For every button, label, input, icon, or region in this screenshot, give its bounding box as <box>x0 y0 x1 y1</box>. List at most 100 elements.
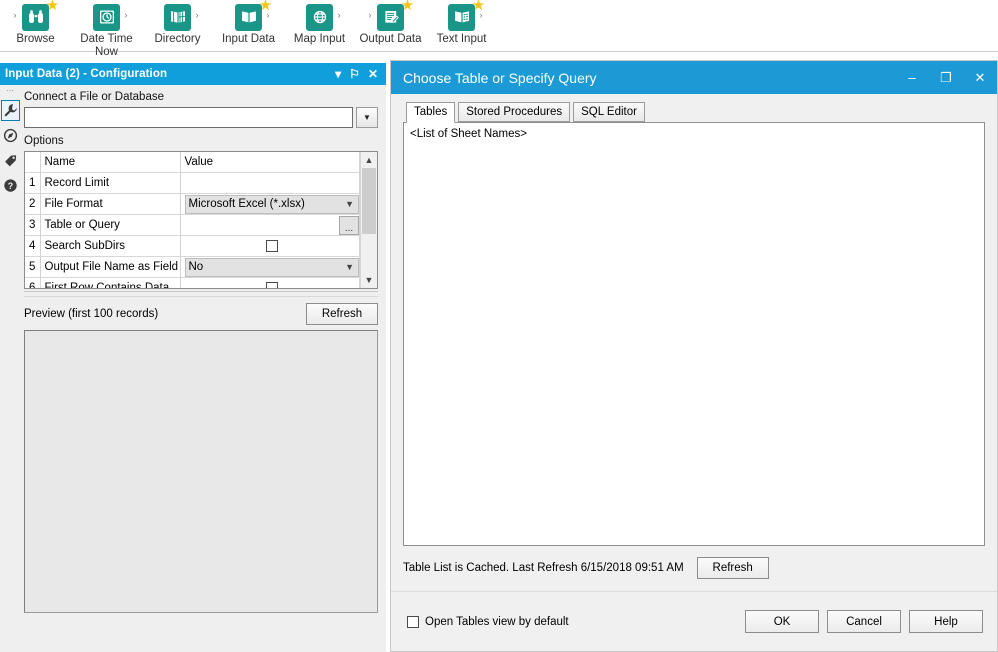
row-value-search-subdirs[interactable] <box>180 235 360 257</box>
row-value-first-row-contains-data[interactable] <box>180 277 360 288</box>
scroll-down-arrow-icon[interactable]: ▼ <box>361 272 377 288</box>
configuration-titlebar: Input Data (2) - Configuration ▾ ⚐ ✕ <box>0 63 386 85</box>
cache-refresh-button[interactable]: Refresh <box>696 557 769 579</box>
tool-output-data[interactable]: › ★ Output Data <box>355 0 426 46</box>
tool-date-time-now[interactable]: › Date Time Now <box>71 2 142 59</box>
connector-arrow-left-icon: › <box>13 10 17 20</box>
tool-browse-icon-wrap: › ★ <box>13 0 60 32</box>
connector-arrow-right-icon: › <box>124 10 128 20</box>
favorite-star-icon: ★ <box>471 0 486 14</box>
panel-close-button[interactable]: ✕ <box>364 64 382 84</box>
dialog-body: Tables Stored Procedures SQL Editor <Lis… <box>391 94 997 591</box>
cancel-button[interactable]: Cancel <box>827 610 901 633</box>
scroll-up-arrow-icon[interactable]: ▲ <box>361 152 377 168</box>
connect-label: Connect a File or Database <box>24 91 164 103</box>
options-label: Options <box>24 135 64 147</box>
dialog-tabs: Tables Stored Procedures SQL Editor <box>406 102 985 123</box>
sheet-names-listbox[interactable]: <List of Sheet Names> <box>403 122 985 546</box>
file-format-combo[interactable]: Microsoft Excel (*.xlsx) ▼ <box>184 194 359 214</box>
panel-pin-button[interactable]: ⚐ <box>345 64 364 84</box>
open-tables-view-option[interactable]: Open Tables view by default <box>407 615 745 628</box>
row-value-output-file-name-as-field[interactable]: No ▼ <box>180 256 360 278</box>
open-tables-view-checkbox[interactable] <box>407 615 419 628</box>
clock-icon[interactable] <box>93 3 120 31</box>
tool-text-input[interactable]: › ★ Text Input <box>426 0 497 46</box>
scrollbar-thumb[interactable] <box>362 168 376 234</box>
row-number: 3 <box>25 214 41 236</box>
column-header-value: Value <box>180 152 360 173</box>
maximize-button[interactable]: ❐ <box>929 62 963 94</box>
tool-text-input-icon-wrap: › ★ <box>439 0 486 32</box>
tool-label: Text Input <box>436 33 487 45</box>
table-row[interactable]: 6 First Row Contains Data <box>25 277 360 288</box>
connect-dropdown-button[interactable]: ▼ <box>356 107 378 128</box>
svg-text:?: ? <box>8 181 13 191</box>
help-icon[interactable]: ? <box>1 175 20 196</box>
tool-output-data-icon-wrap: › ★ <box>368 0 414 32</box>
output-file-name-combo[interactable]: No ▼ <box>184 257 359 277</box>
options-grid-inner: Name Value 1 Record Limit 2 File Format … <box>25 152 360 288</box>
rail-grip-dots: ⋯ <box>6 86 15 95</box>
table-row[interactable]: 2 File Format Microsoft Excel (*.xlsx) ▼ <box>25 193 360 215</box>
preview-results-area[interactable] <box>24 330 378 613</box>
row-number: 2 <box>25 193 41 215</box>
dialog-footer: Open Tables view by default OK Cancel He… <box>391 591 997 651</box>
tool-label: Date Time Now <box>80 33 133 58</box>
compass-icon[interactable] <box>1 125 20 146</box>
globe-icon[interactable] <box>306 3 333 31</box>
tab-tables[interactable]: Tables <box>406 102 456 123</box>
options-grid-scrollbar[interactable]: ▲ ▼ <box>360 152 377 288</box>
ok-button[interactable]: OK <box>745 610 819 633</box>
table-row[interactable]: 5 Output File Name as Field No ▼ <box>25 256 360 278</box>
tool-map-input[interactable]: › Map Input <box>284 2 355 46</box>
configuration-body: ⋯ ? Connect a File or Database ▼ Options… <box>0 85 386 652</box>
options-table: Name Value 1 Record Limit 2 File Format … <box>25 152 360 288</box>
search-subdirs-cell <box>185 237 359 256</box>
tag-icon[interactable] <box>1 150 20 171</box>
tool-map-input-icon-wrap: › <box>297 2 343 32</box>
open-tables-view-label: Open Tables view by default <box>425 615 569 628</box>
row-value-table-or-query[interactable]: ... <box>180 214 360 236</box>
connector-arrow-right-icon: › <box>195 10 199 20</box>
tool-input-data[interactable]: › ★ Input Data <box>213 0 284 46</box>
tab-sql-editor[interactable]: SQL Editor <box>573 102 645 122</box>
panel-divider <box>24 291 378 297</box>
file-format-value: Microsoft Excel (*.xlsx) <box>188 198 305 210</box>
close-button[interactable]: ✕ <box>963 62 997 94</box>
tool-input-data-icon-wrap: › ★ <box>226 0 272 32</box>
table-or-query-field-group: ... <box>184 215 359 235</box>
tool-label: Map Input <box>293 33 346 45</box>
tab-stored-procedures[interactable]: Stored Procedures <box>458 102 571 122</box>
wrench-icon[interactable] <box>1 100 20 121</box>
row-name: Table or Query <box>40 214 181 236</box>
tool-directory-icon-wrap: › <box>155 2 201 32</box>
book-window-icon[interactable] <box>164 3 191 31</box>
tool-date-time-now-icon-wrap: › <box>84 2 130 32</box>
panel-menu-button[interactable]: ▾ <box>331 64 345 84</box>
first-row-contains-data-checkbox[interactable] <box>265 282 278 288</box>
tool-directory[interactable]: › Directory <box>142 2 213 46</box>
help-button[interactable]: Help <box>909 610 983 633</box>
tool-label: Output Data <box>359 33 422 45</box>
row-value-file-format[interactable]: Microsoft Excel (*.xlsx) ▼ <box>180 193 360 215</box>
row-number: 1 <box>25 172 41 194</box>
configuration-content: Connect a File or Database ▼ Options Nam… <box>21 85 386 652</box>
options-grid: Name Value 1 Record Limit 2 File Format … <box>24 151 378 289</box>
column-header-num <box>25 152 41 173</box>
preview-refresh-button[interactable]: Refresh <box>306 303 378 325</box>
table-row[interactable]: 3 Table or Query ... <box>25 214 360 236</box>
row-value-record-limit[interactable] <box>180 172 360 194</box>
search-subdirs-checkbox[interactable] <box>265 240 278 252</box>
favorite-star-icon: ★ <box>45 0 60 14</box>
table-or-query-input[interactable] <box>184 215 339 235</box>
connect-input[interactable] <box>24 107 353 128</box>
table-row[interactable]: 1 Record Limit <box>25 172 360 194</box>
first-row-contains-data-cell <box>185 279 359 288</box>
row-name: Output File Name as Field <box>40 256 181 278</box>
minimize-button[interactable]: – <box>895 62 929 94</box>
table-row[interactable]: 4 Search SubDirs <box>25 235 360 257</box>
tool-browse[interactable]: › ★ Browse <box>0 0 71 46</box>
row-name: First Row Contains Data <box>40 277 181 288</box>
table-or-query-browse-button[interactable]: ... <box>339 215 359 235</box>
preview-header: Preview (first 100 records) Refresh <box>24 303 378 325</box>
